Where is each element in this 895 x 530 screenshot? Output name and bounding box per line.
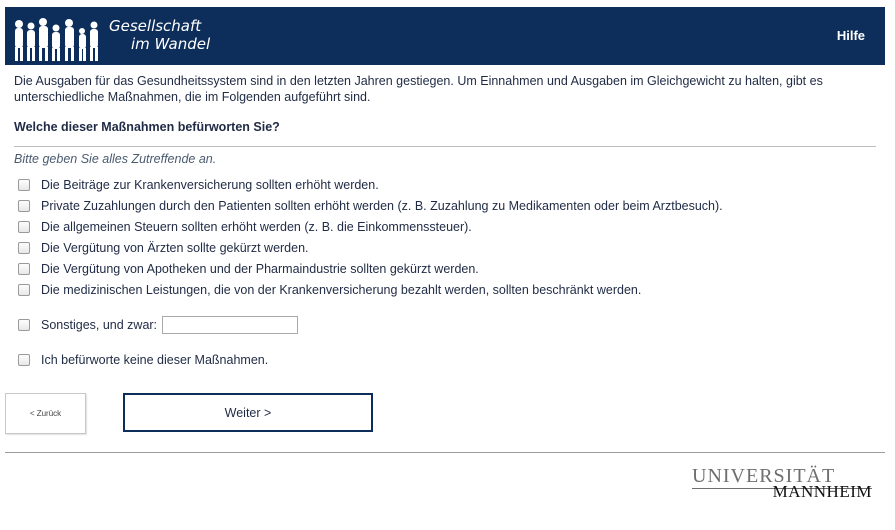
option-none-label: Ich befürworte keine dieser Maßnahmen. — [41, 353, 269, 367]
checkbox[interactable] — [18, 221, 30, 233]
instruction-hint: Bitte geben Sie alles Zutreffende an. — [14, 152, 217, 166]
checkbox[interactable] — [18, 284, 30, 296]
checkbox[interactable] — [18, 200, 30, 212]
logo-line-2: im Wandel — [131, 35, 211, 53]
logo-line-1: Gesellschaft — [109, 17, 202, 35]
university-logo-line-2: MANNHEIM — [772, 482, 872, 501]
option-label: Die medizinischen Leistungen, die von de… — [41, 283, 642, 297]
option-label: Die Beiträge zur Krankenversicherung sol… — [41, 178, 379, 192]
option-label: Die allgemeinen Steuern sollten erhöht w… — [41, 220, 472, 234]
checkbox[interactable] — [18, 354, 30, 366]
footer-divider — [5, 452, 885, 453]
option-label: Die Vergütung von Ärzten sollte gekürzt … — [41, 241, 309, 255]
divider — [14, 146, 876, 147]
option-label: Die Vergütung von Apotheken und der Phar… — [41, 262, 479, 276]
option-other-label: Sonstiges, und zwar: — [41, 318, 158, 332]
checkbox[interactable] — [18, 179, 30, 191]
option-2[interactable]: Private Zuzahlungen durch den Patienten … — [14, 197, 723, 215]
back-button[interactable]: < Zurück — [5, 393, 86, 434]
survey-page: Gesellschaft im Wandel Hilfe Die Ausgabe… — [0, 0, 895, 530]
option-4[interactable]: Die Vergütung von Ärzten sollte gekürzt … — [14, 239, 309, 257]
option-1[interactable]: Die Beiträge zur Krankenversicherung sol… — [14, 176, 379, 194]
next-button[interactable]: Weiter > — [123, 393, 373, 432]
question-title: Welche dieser Maßnahmen befürworten Sie? — [14, 120, 280, 134]
checkbox[interactable] — [18, 319, 30, 331]
checkbox[interactable] — [18, 263, 30, 275]
option-6[interactable]: Die medizinischen Leistungen, die von de… — [14, 281, 641, 299]
option-3[interactable]: Die allgemeinen Steuern sollten erhöht w… — [14, 218, 472, 236]
other-text-input[interactable] — [162, 316, 299, 334]
university-logo: UNIVERSITÄT MANNHEIM — [692, 465, 877, 505]
option-other[interactable]: Sonstiges, und zwar: — [14, 316, 299, 334]
logo-text: Gesellschaft im Wandel — [109, 17, 210, 53]
help-link[interactable]: Hilfe — [837, 28, 865, 43]
option-label: Private Zuzahlungen durch den Patienten … — [41, 199, 723, 213]
intro-text: Die Ausgaben für das Gesundheitssystem s… — [14, 74, 823, 104]
option-none[interactable]: Ich befürworte keine dieser Maßnahmen. — [14, 351, 268, 369]
checkbox[interactable] — [18, 242, 30, 254]
header-bar: Gesellschaft im Wandel Hilfe — [5, 7, 885, 65]
people-silhouettes-logo — [15, 18, 98, 61]
option-5[interactable]: Die Vergütung von Apotheken und der Phar… — [14, 260, 479, 278]
